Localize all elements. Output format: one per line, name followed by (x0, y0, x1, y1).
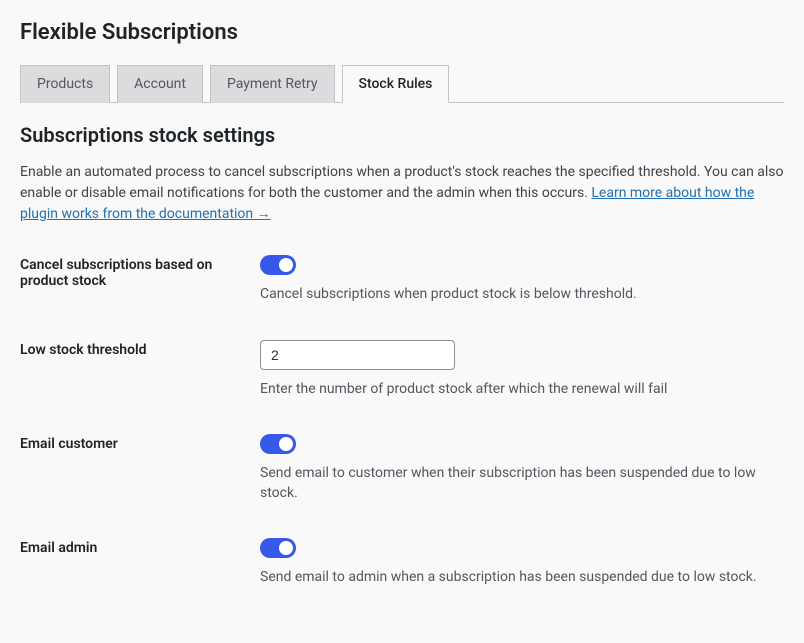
cancel-subscriptions-toggle[interactable] (260, 255, 296, 275)
setting-low-stock-threshold: Low stock threshold Enter the number of … (20, 340, 784, 400)
setting-control: Enter the number of product stock after … (260, 340, 784, 400)
setting-email-customer: Email customer Send email to customer wh… (20, 434, 784, 503)
setting-description: Send email to customer when their subscr… (260, 464, 784, 503)
intro-text: Enable an automated process to cancel su… (20, 162, 784, 225)
settings-table: Cancel subscriptions based on product st… (20, 255, 784, 588)
setting-description: Send email to admin when a subscription … (260, 568, 784, 588)
section-title: Subscriptions stock settings (20, 123, 784, 147)
tabs-nav: Products Account Payment Retry Stock Rul… (20, 65, 784, 103)
setting-control: Send email to admin when a subscription … (260, 538, 784, 588)
tab-stock-rules[interactable]: Stock Rules (342, 65, 450, 103)
tab-products[interactable]: Products (20, 65, 110, 103)
low-stock-threshold-input[interactable] (260, 340, 455, 370)
setting-cancel-subscriptions: Cancel subscriptions based on product st… (20, 255, 784, 305)
setting-description: Enter the number of product stock after … (260, 380, 784, 400)
email-customer-toggle[interactable] (260, 434, 296, 454)
tab-account[interactable]: Account (117, 65, 203, 103)
setting-label: Cancel subscriptions based on product st… (20, 255, 260, 289)
tab-payment-retry[interactable]: Payment Retry (210, 65, 335, 103)
setting-control: Cancel subscriptions when product stock … (260, 255, 784, 305)
setting-label: Email customer (20, 434, 260, 452)
email-admin-toggle[interactable] (260, 538, 296, 558)
setting-label: Low stock threshold (20, 340, 260, 358)
setting-email-admin: Email admin Send email to admin when a s… (20, 538, 784, 588)
page-title: Flexible Subscriptions (20, 20, 784, 45)
setting-control: Send email to customer when their subscr… (260, 434, 784, 503)
setting-label: Email admin (20, 538, 260, 556)
setting-description: Cancel subscriptions when product stock … (260, 285, 784, 305)
